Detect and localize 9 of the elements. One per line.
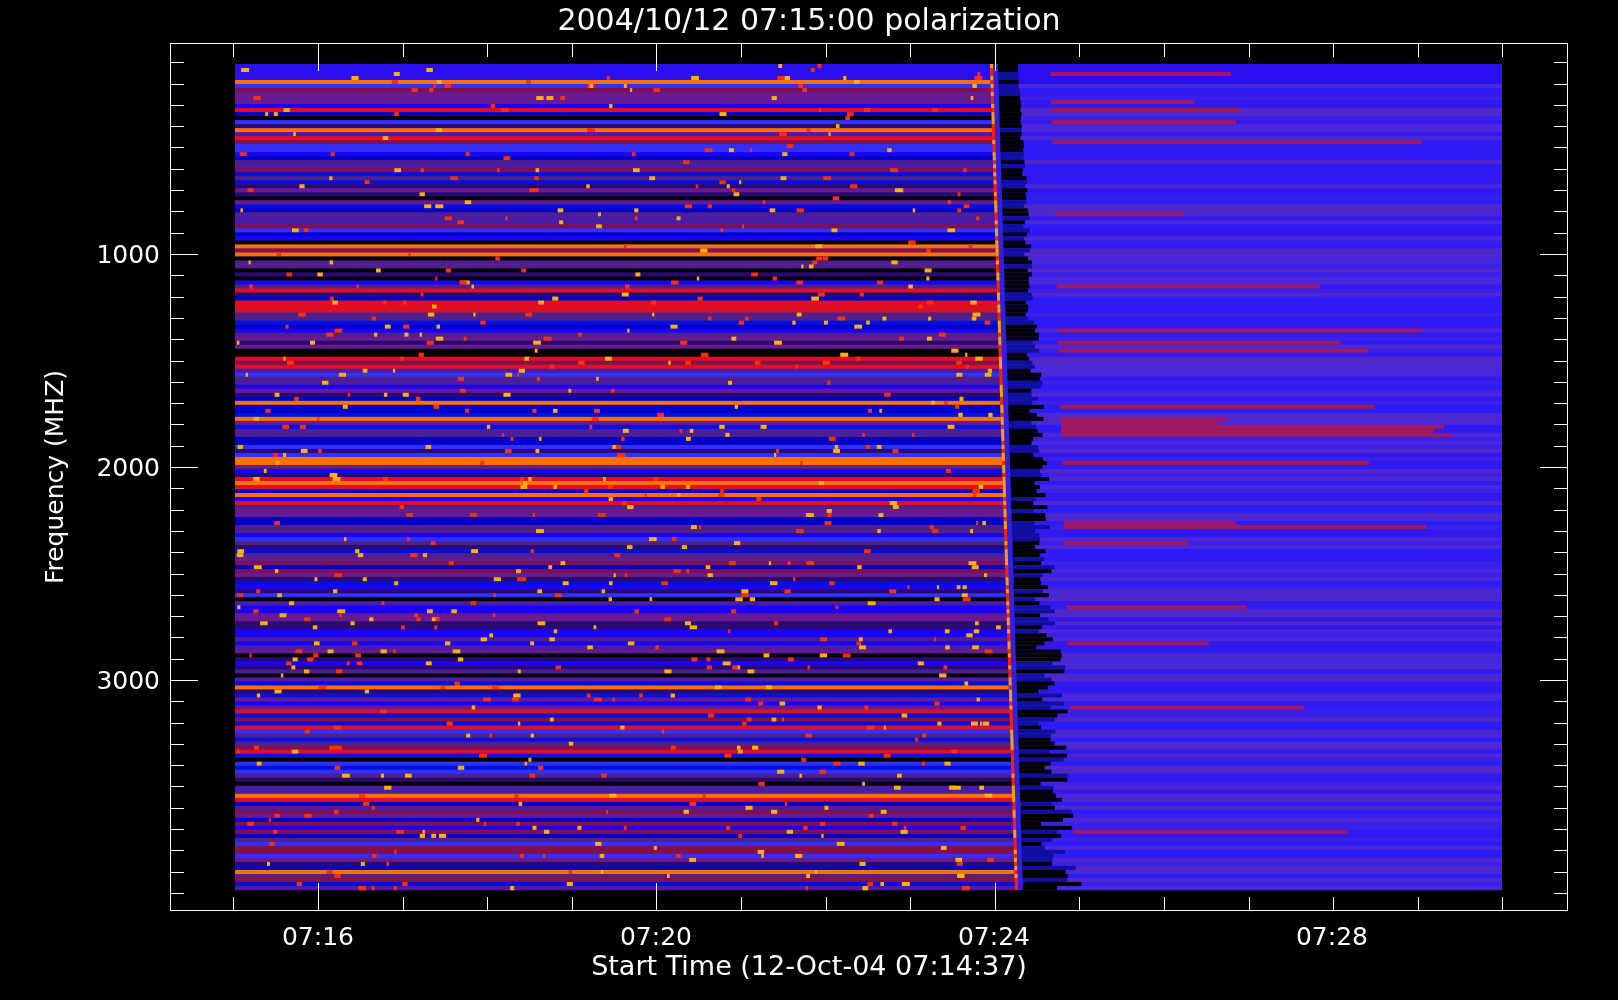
x-axis-tick-label: 07:28	[1294, 922, 1369, 952]
x-axis-tick-label: 07:16	[280, 922, 355, 952]
plot-title: 2004/10/12 07:15:00 polarization	[557, 1, 1061, 38]
x-axis-tick-label: 07:24	[956, 922, 1031, 952]
x-axis-label: Start Time (12-Oct-04 07:14:37)	[590, 950, 1028, 982]
y-axis-tick-label: 3000	[95, 666, 160, 696]
x-axis-tick-label: 07:20	[618, 922, 693, 952]
y-axis-tick-label: 1000	[95, 240, 160, 270]
y-axis-label: Frequency (MHZ)	[40, 369, 70, 585]
